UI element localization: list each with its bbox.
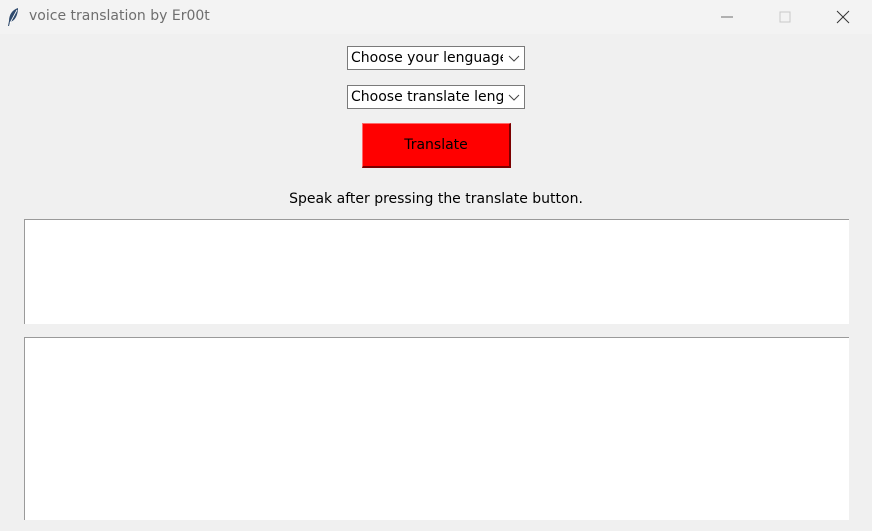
maximize-button[interactable]: [756, 0, 814, 34]
chevron-down-icon: [508, 94, 520, 101]
minimize-button[interactable]: [698, 0, 756, 34]
source-language-value: Choose your lenguage: [351, 50, 503, 66]
minimize-icon: [721, 16, 733, 18]
source-text-area[interactable]: [24, 219, 849, 324]
close-button[interactable]: [814, 0, 872, 34]
chevron-down-icon: [508, 55, 520, 62]
app-window: voice translation by Er00t Choose your l…: [0, 0, 872, 531]
maximize-icon: [779, 11, 791, 23]
hint-text: Speak after pressing the translate butto…: [289, 191, 583, 207]
feather-icon: [8, 8, 18, 26]
window-title: voice translation by Er00t: [29, 8, 210, 24]
target-language-select[interactable]: Choose translate lenguage: [347, 85, 525, 109]
translated-text-area[interactable]: [24, 337, 849, 520]
translate-button[interactable]: Translate: [362, 123, 511, 168]
title-bar[interactable]: voice translation by Er00t: [0, 0, 872, 34]
close-icon: [836, 10, 850, 24]
target-language-value: Choose translate lenguage: [351, 89, 503, 105]
source-language-select[interactable]: Choose your lenguage: [347, 46, 525, 70]
